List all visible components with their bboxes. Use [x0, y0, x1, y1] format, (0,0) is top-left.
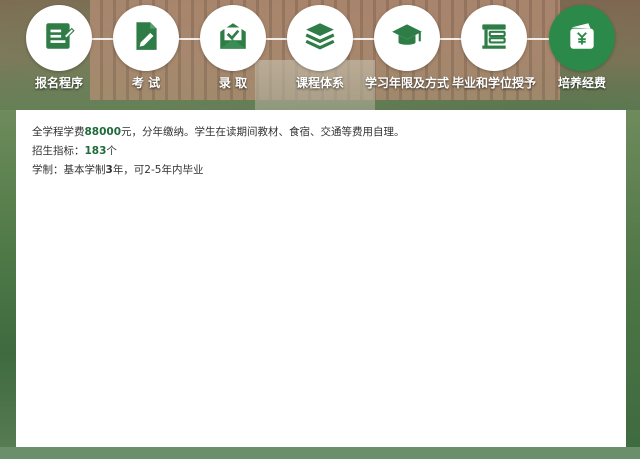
enrollment-line: 招生指标：183个 — [32, 144, 117, 158]
fee-line: 全学程学费88000元，分年缴纳。学生在读期间教材、食宿、交通等费用自理。 — [32, 125, 405, 139]
nav-label: 报名程序 — [34, 76, 83, 90]
fee-suffix: 元，分年缴纳。学生在读期间教材、食宿、交通等费用自理。 — [121, 126, 405, 138]
nav-item-registration[interactable]: 报名程序 — [14, 5, 104, 103]
nav-circle — [461, 5, 527, 71]
nav-circle — [287, 5, 353, 71]
duration-years: 3 — [105, 164, 113, 176]
graduation-cap-icon — [390, 19, 424, 57]
layers-icon — [303, 19, 337, 57]
fee-prefix: 全学程学费 — [32, 126, 85, 138]
nav-label: 考 试 — [131, 76, 161, 90]
duration-prefix: 学制：基本学制 — [32, 164, 106, 176]
nav-circle-active — [549, 5, 615, 71]
books-icon — [477, 19, 511, 57]
nav-circle — [200, 5, 266, 71]
nav-circle — [374, 5, 440, 71]
content-panel: 全学程学费88000元，分年缴纳。学生在读期间教材、食宿、交通等费用自理。 招生… — [16, 110, 626, 447]
nav-label: 录 取 — [218, 76, 248, 90]
wallet-yuan-icon — [565, 19, 599, 57]
document-pen-icon — [129, 19, 163, 57]
nav-item-funding[interactable]: 培养经费 — [537, 5, 627, 103]
background-trees-left — [0, 110, 16, 459]
duration-suffix: 年，可2-5年内毕业 — [112, 164, 204, 176]
nav-label: 毕业和学位授予 — [451, 76, 536, 90]
nav-label: 课程体系 — [295, 76, 344, 90]
nav-label: 学习年限及方式 — [364, 76, 449, 90]
nav-label: 培养经费 — [557, 76, 606, 90]
enrollment-suffix: 个 — [106, 145, 117, 157]
nav-item-exam[interactable]: 考 试 — [101, 5, 191, 103]
nav-item-curriculum[interactable]: 课程体系 — [275, 5, 365, 103]
nav-item-graduation-degree[interactable]: 毕业和学位授予 — [449, 5, 539, 103]
nav-circle — [26, 5, 92, 71]
fee-amount: 88000 — [84, 126, 122, 138]
background-trees-right — [626, 110, 640, 459]
envelope-check-icon — [216, 19, 250, 57]
edit-form-icon — [42, 19, 76, 57]
section-nav: 报名程序 考 试 录 取 课程体系 学习年限及方式 毕业和学位授予 培养经费 — [0, 0, 640, 108]
enrollment-prefix: 招生指标： — [32, 145, 85, 157]
duration-line: 学制：基本学制3年，可2-5年内毕业 — [32, 163, 203, 177]
nav-item-study-duration[interactable]: 学习年限及方式 — [362, 5, 452, 103]
nav-circle — [113, 5, 179, 71]
background-bottom — [0, 447, 640, 459]
enrollment-count: 183 — [84, 145, 107, 157]
nav-item-admission[interactable]: 录 取 — [188, 5, 278, 103]
